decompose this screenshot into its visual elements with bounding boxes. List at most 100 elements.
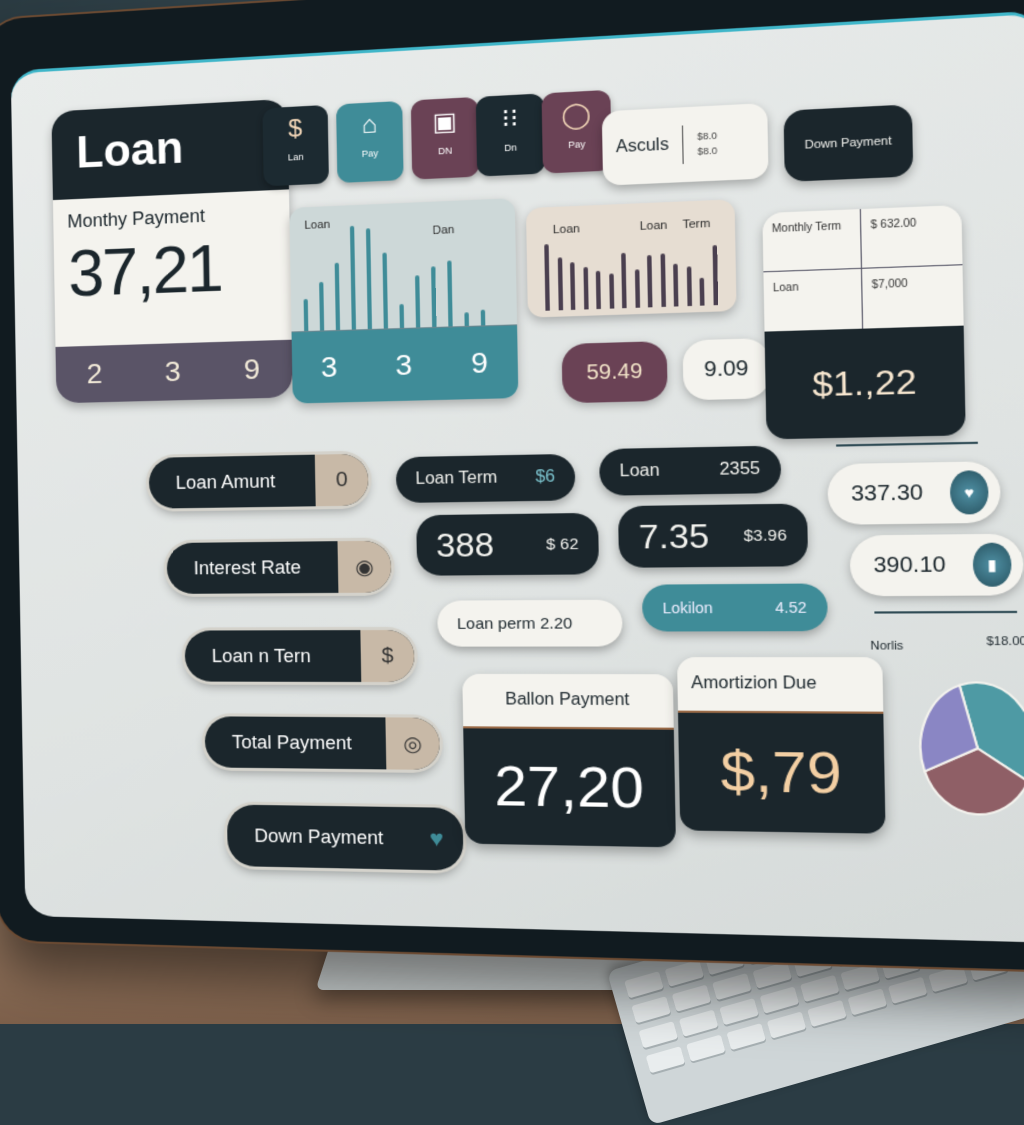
amortization-due-card: Amortizion Due $,79 bbox=[676, 657, 886, 834]
clock-icon: ◯ bbox=[561, 100, 592, 131]
chart-bar bbox=[557, 256, 563, 311]
chart-bar bbox=[621, 252, 627, 309]
toolbar-button-loan[interactable]: $ Lan bbox=[262, 104, 329, 187]
chart-bar bbox=[647, 255, 653, 308]
chart-plot-1: Loan Dan bbox=[289, 198, 518, 333]
heart-icon: ♥ bbox=[429, 825, 444, 852]
loan-term-pill[interactable]: Loan Term $6 bbox=[395, 453, 576, 504]
amortization-due-label: Amortizion Due bbox=[676, 657, 884, 714]
keyboard-key bbox=[712, 973, 752, 1001]
amount-display-right: 7.35 $3.96 bbox=[617, 503, 809, 568]
chart-bar bbox=[659, 253, 666, 307]
loan-perm-pill[interactable]: Loan perm 2.20 bbox=[437, 599, 623, 647]
bar-chart-panel-1: Loan Dan 3 3 9 bbox=[289, 198, 519, 404]
keyboard-key bbox=[664, 959, 705, 987]
loan-term-field[interactable]: Loan n Tern $ bbox=[184, 629, 415, 683]
chart-bar bbox=[349, 226, 357, 330]
chart-footer-digit: 3 bbox=[395, 348, 413, 382]
chart-footer-digit: 3 bbox=[320, 350, 338, 384]
chart-bar bbox=[582, 267, 589, 310]
chart-bar bbox=[319, 281, 325, 331]
toggle-icon[interactable]: ▮ bbox=[972, 542, 1012, 587]
divider bbox=[682, 125, 684, 164]
keyboard-key bbox=[847, 988, 888, 1016]
keyboard-key bbox=[759, 986, 800, 1014]
value-pill-2[interactable]: 390.10 ▮ bbox=[849, 533, 1024, 597]
chart-bar bbox=[699, 277, 705, 306]
keyboard-key bbox=[624, 971, 664, 999]
lock-icon: ◎ bbox=[385, 717, 441, 770]
chart-legend-label: Term bbox=[682, 217, 711, 232]
summary-cell: $7,000 bbox=[871, 278, 908, 292]
chart-bar bbox=[464, 312, 469, 326]
app-title: Loan bbox=[51, 98, 289, 201]
interest-rate-field[interactable]: Interest Rate ◉ bbox=[166, 540, 392, 594]
keyboard-key bbox=[840, 963, 880, 991]
lokilon-pill[interactable]: Lokilon 4.52 bbox=[641, 583, 828, 632]
divider bbox=[874, 610, 1018, 614]
chart-bar bbox=[480, 309, 486, 326]
chart-bar bbox=[686, 265, 692, 307]
keyboard-key bbox=[807, 999, 847, 1028]
loan-amount-field[interactable]: Loan Amunt 0 bbox=[148, 453, 369, 509]
chart-bar bbox=[303, 298, 309, 332]
summary-cell: $ 632.00 bbox=[860, 204, 963, 269]
keyboard-key bbox=[887, 976, 928, 1004]
chart-legend-label: Dan bbox=[432, 223, 455, 238]
chart-bar bbox=[334, 262, 341, 331]
keyboard-key bbox=[671, 984, 712, 1012]
monthly-footer-digit: 9 bbox=[243, 353, 261, 386]
pie-label: Norlis bbox=[870, 639, 904, 653]
total-payment-field[interactable]: Total Payment ◎ bbox=[204, 716, 441, 770]
balloon-payment-value: 27,20 bbox=[463, 728, 676, 848]
down-payment-tab[interactable]: Down Payment bbox=[783, 104, 914, 182]
monthly-payment-card: Loan Monthy Payment 37,21 2 3 9 bbox=[51, 98, 293, 404]
summary-cell: Monthly Term bbox=[762, 209, 863, 273]
value-pill-plum[interactable]: 59.49 bbox=[561, 340, 668, 404]
chart-bar bbox=[365, 228, 373, 330]
chart-bar bbox=[382, 252, 389, 329]
down-payment-field[interactable]: Down Payment ♥ bbox=[226, 804, 464, 871]
chart-legend-label: Loan bbox=[639, 219, 668, 234]
loan-pill[interactable]: Loan 2355 bbox=[599, 445, 782, 496]
loan-dashboard-screen: Loan Monthy Payment 37,21 2 3 9 $ Lan ⌂ … bbox=[10, 10, 1024, 943]
heart-icon[interactable]: ♥ bbox=[949, 470, 989, 515]
chart-legend-label: Loan bbox=[552, 222, 581, 237]
chart-bar bbox=[673, 263, 679, 307]
keyboard-key bbox=[686, 1034, 726, 1062]
lightbulb-icon: 0 bbox=[314, 453, 369, 507]
monthly-footer-digit: 3 bbox=[164, 355, 181, 388]
keyboard-key bbox=[719, 998, 759, 1026]
calculator-icon: ▣ bbox=[432, 107, 458, 137]
balloon-payment-label: Ballon Payment bbox=[462, 673, 674, 730]
toolbar-button-settings[interactable]: ⁝⁝ Dn bbox=[475, 93, 546, 177]
balloon-payment-card: Ballon Payment 27,20 bbox=[462, 673, 676, 848]
keyboard-key bbox=[726, 1022, 766, 1051]
keyboard-key bbox=[638, 1021, 679, 1049]
settings-icon: ⁝⁝ bbox=[501, 104, 519, 134]
results-panel[interactable]: Asculs $8.0 $8.0 bbox=[601, 102, 769, 186]
chart-bar bbox=[431, 266, 437, 328]
bar-chart-panel-2: Loan Loan Term bbox=[525, 199, 737, 318]
keyboard-key bbox=[752, 961, 793, 989]
pie-value: $18.00 bbox=[986, 635, 1024, 649]
value-pill-light[interactable]: 9.09 bbox=[682, 337, 771, 401]
chart-bar bbox=[711, 244, 718, 306]
pie-chart-panel: Norlis $18.00 ➤ ➤ bbox=[863, 633, 1024, 855]
keyboard-key bbox=[800, 974, 840, 1003]
value-pill-1[interactable]: 337.30 ♥ bbox=[827, 461, 1001, 525]
chart-bar bbox=[570, 262, 576, 310]
toolbar-button-pay[interactable]: ⌂ Pay bbox=[336, 100, 404, 184]
keyboard-key bbox=[678, 1009, 719, 1037]
monthly-payment-value: 37,21 bbox=[67, 231, 223, 311]
keyboard-key bbox=[645, 1046, 686, 1074]
summary-card: Monthly Term $ 632.00 Loan $7,000 $1.,22 bbox=[762, 204, 966, 440]
folder-icon: ⌂ bbox=[361, 110, 378, 140]
chart-bar bbox=[447, 260, 453, 327]
chart-plot-2: Loan Loan Term bbox=[537, 215, 725, 311]
dollar-icon: $ bbox=[287, 114, 303, 144]
monitor: Loan Monthy Payment 37,21 2 3 9 $ Lan ⌂ … bbox=[0, 0, 1024, 972]
toolbar-button-calculator[interactable]: ▣ DN bbox=[410, 96, 480, 180]
chart-bar bbox=[415, 274, 421, 328]
chart-legend-label: Loan bbox=[304, 218, 331, 233]
